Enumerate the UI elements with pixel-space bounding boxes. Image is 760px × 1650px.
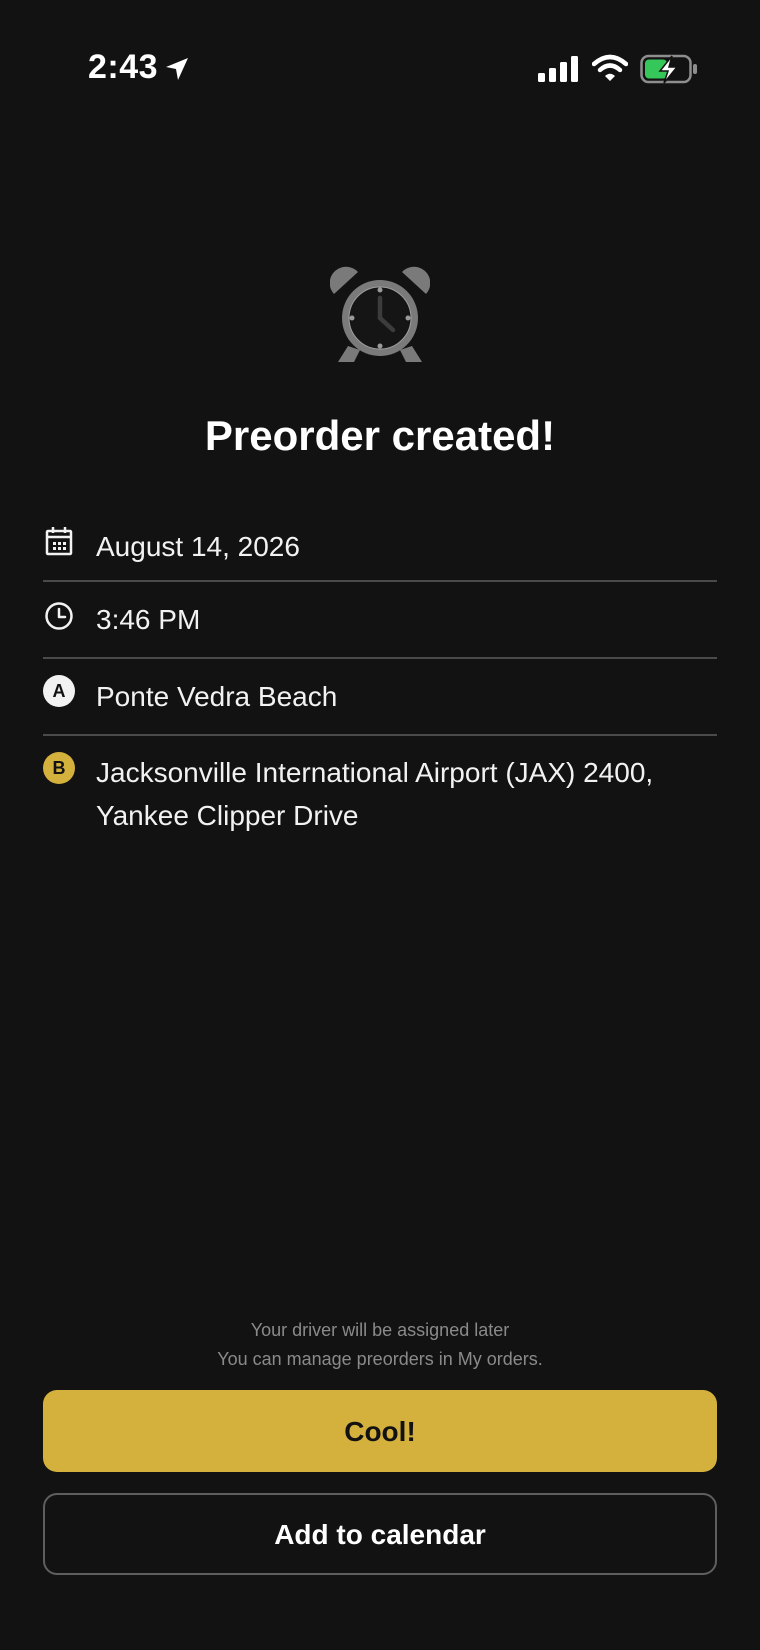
dropoff-row: B Jacksonville International Airport (JA… [43,736,717,846]
status-bar: 2:43 [0,0,760,140]
pickup-address: Ponte Vedra Beach [96,681,338,712]
preorder-date: August 14, 2026 [96,531,300,562]
time-row: 3:46 PM [43,582,717,659]
alarm-clock-icon [330,266,430,362]
battery-charging-icon [640,54,697,84]
location-arrow-icon [166,58,188,80]
cellular-signal-icon [538,56,578,82]
add-to-calendar-button[interactable]: Add to calendar [43,1493,717,1575]
point-b-badge: B [43,752,75,784]
note-line-1: Your driver will be assigned later [250,1320,510,1340]
preorder-time: 3:46 PM [96,604,201,635]
cool-button[interactable]: Cool! [43,1390,717,1472]
status-time: 2:43 [88,48,159,86]
clock-icon [45,602,73,630]
pickup-row: A Ponte Vedra Beach [43,659,717,736]
preorder-details: August 14, 2026 3:46 PM A Ponte Vedra Be… [43,505,717,846]
driver-assignment-note: Your driver will be assigned later You c… [0,1316,760,1374]
point-a-badge: A [43,675,75,707]
page-title: Preorder created! [204,412,556,459]
wifi-icon [592,54,628,81]
note-line-2: You can manage preorders in My orders. [217,1349,543,1369]
calendar-icon [45,527,73,556]
dropoff-address: Jacksonville International Airport (JAX)… [96,757,654,831]
date-row: August 14, 2026 [43,505,717,582]
